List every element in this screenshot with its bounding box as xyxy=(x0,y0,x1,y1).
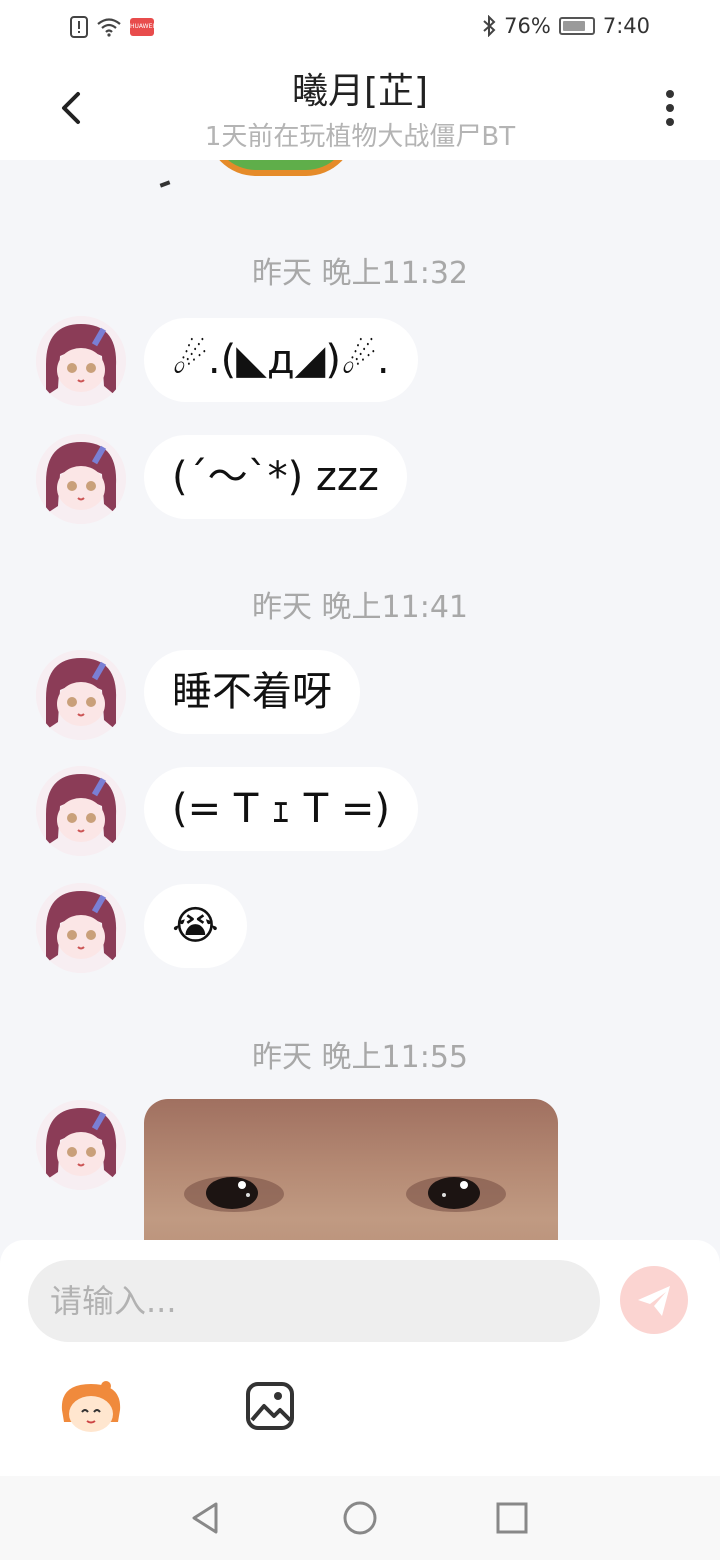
status-right: 76% 7:40 xyxy=(482,14,650,38)
input-panel xyxy=(0,1240,720,1476)
more-dot xyxy=(666,118,674,126)
timestamp: 昨天 晚上11:32 xyxy=(252,256,468,291)
image-message[interactable] xyxy=(144,1099,558,1240)
sticker-image[interactable] xyxy=(206,160,356,176)
timestamp: 昨天 晚上11:55 xyxy=(252,1040,468,1075)
avatar[interactable] xyxy=(36,766,126,856)
more-options-button[interactable] xyxy=(656,84,684,132)
avatar[interactable] xyxy=(36,883,126,973)
circle-home-icon xyxy=(343,1501,377,1535)
avatar-image xyxy=(36,766,126,856)
avatar[interactable] xyxy=(36,434,126,524)
send-button[interactable] xyxy=(620,1266,688,1334)
nav-home-button[interactable] xyxy=(340,1498,380,1538)
send-icon xyxy=(638,1286,670,1316)
timestamp: 昨天 晚上11:41 xyxy=(252,590,468,625)
nav-back-button[interactable] xyxy=(186,1498,226,1538)
avatar-image xyxy=(36,650,126,740)
chat-header: 曦月[芷] 1天前在玩植物大战僵尸BT xyxy=(0,56,720,160)
avatar-image xyxy=(36,883,126,973)
sticker-button[interactable] xyxy=(56,1378,126,1436)
nav-recents-button[interactable] xyxy=(492,1498,532,1538)
contact-status: 1天前在玩植物大战僵尸BT xyxy=(204,122,516,152)
huawei-app-icon: HUAWEI xyxy=(130,18,154,36)
image-picker-button[interactable] xyxy=(244,1380,296,1432)
alert-icon xyxy=(70,16,88,38)
avatar-image xyxy=(36,434,126,524)
system-nav-bar xyxy=(0,1476,720,1560)
status-bar: HUAWEI 76% 7:40 xyxy=(0,0,720,56)
avatar[interactable] xyxy=(36,1100,126,1190)
more-dot xyxy=(666,104,674,112)
clock: 7:40 xyxy=(602,14,650,38)
message-bubble[interactable]: ☄.(◣д◢)☄. xyxy=(144,318,418,402)
message-input[interactable] xyxy=(28,1260,600,1342)
status-left: HUAWEI xyxy=(70,16,154,38)
photo-content xyxy=(184,1176,506,1212)
avatar-image xyxy=(36,1100,126,1190)
sticker-face-icon xyxy=(61,1381,121,1432)
image-icon xyxy=(246,1382,294,1430)
sticker-fragment xyxy=(159,180,171,188)
bluetooth-icon xyxy=(483,15,496,37)
message-bubble[interactable]: (= T ｪ T =) xyxy=(144,767,418,851)
wifi-icon xyxy=(97,18,121,37)
message-list[interactable]: 昨天 晚上11:32 ☄.(◣д◢)☄. (´～`*) zzz 昨天 晚上11:… xyxy=(0,160,720,1240)
contact-name: 曦月[芷] xyxy=(291,71,429,112)
message-bubble[interactable]: (´～`*) zzz xyxy=(144,435,407,519)
avatar-image xyxy=(36,316,126,406)
triangle-back-icon xyxy=(192,1502,218,1534)
square-recents-icon xyxy=(496,1502,528,1534)
more-dot xyxy=(666,90,674,98)
message-bubble[interactable]: 睡不着呀 xyxy=(144,650,360,734)
battery-percent: 76% xyxy=(504,14,551,38)
battery-icon xyxy=(558,17,595,35)
message-bubble[interactable]: 😭 xyxy=(144,884,247,968)
avatar[interactable] xyxy=(36,650,126,740)
avatar[interactable] xyxy=(36,316,126,406)
